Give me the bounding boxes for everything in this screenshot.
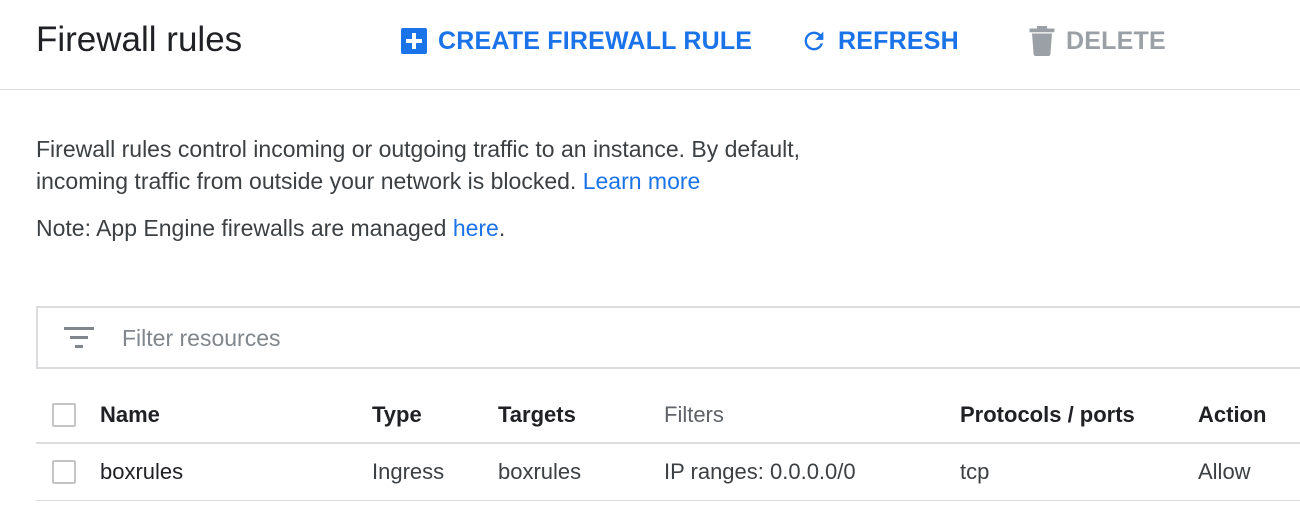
- rule-targets: boxrules: [498, 459, 582, 484]
- delete-button-label: DELETE: [1066, 26, 1166, 55]
- delete-button[interactable]: DELETE: [1028, 24, 1166, 58]
- firewall-rules-table: Name Type Targets Filters Protocols / po…: [36, 388, 1300, 501]
- refresh-button-label: REFRESH: [838, 26, 959, 55]
- filter-list-icon[interactable]: [64, 325, 94, 351]
- table-row[interactable]: boxrules Ingress boxrules IP ranges: 0.0…: [36, 444, 1300, 501]
- filter-resources-input[interactable]: [122, 320, 722, 356]
- column-header-name[interactable]: Name: [100, 388, 160, 442]
- column-header-type[interactable]: Type: [372, 388, 422, 442]
- refresh-icon: [800, 27, 828, 55]
- create-firewall-rule-button[interactable]: CREATE FIREWALL RULE: [400, 24, 752, 58]
- create-button-label: CREATE FIREWALL RULE: [438, 26, 753, 55]
- add-box-icon: [400, 27, 428, 55]
- trash-icon: [1028, 26, 1056, 56]
- note-here-link[interactable]: here: [453, 215, 499, 241]
- rule-protocols: tcp: [960, 459, 990, 484]
- page-header: Firewall rules CREATE FIREWALL RULE REFR…: [0, 0, 1300, 90]
- refresh-button[interactable]: REFRESH: [800, 24, 959, 58]
- row-checkbox[interactable]: [52, 460, 76, 484]
- rule-action: Allow: [1198, 459, 1251, 484]
- note-text: Note: App Engine firewalls are managed: [36, 215, 447, 241]
- column-header-targets[interactable]: Targets: [498, 388, 576, 442]
- rule-name[interactable]: boxrules: [100, 444, 183, 500]
- description-text: Firewall rules control incoming or outgo…: [36, 133, 876, 197]
- column-header-protocols[interactable]: Protocols / ports: [960, 388, 1135, 442]
- filter-bar: [36, 306, 1300, 369]
- select-all-checkbox[interactable]: [52, 403, 76, 427]
- rule-filters: IP ranges: 0.0.0.0/0: [664, 459, 856, 484]
- note-suffix: .: [498, 215, 506, 241]
- page-title: Firewall rules: [36, 20, 243, 59]
- table-header-row: Name Type Targets Filters Protocols / po…: [36, 388, 1300, 444]
- rule-type: Ingress: [372, 459, 445, 484]
- firewall-rules-page: Firewall rules CREATE FIREWALL RULE REFR…: [0, 0, 1300, 512]
- app-engine-note: Note: App Engine firewalls are managed h…: [36, 212, 505, 244]
- column-header-action[interactable]: Action: [1198, 388, 1266, 442]
- learn-more-link[interactable]: Learn more: [583, 168, 701, 194]
- column-header-filters: Filters: [664, 402, 724, 427]
